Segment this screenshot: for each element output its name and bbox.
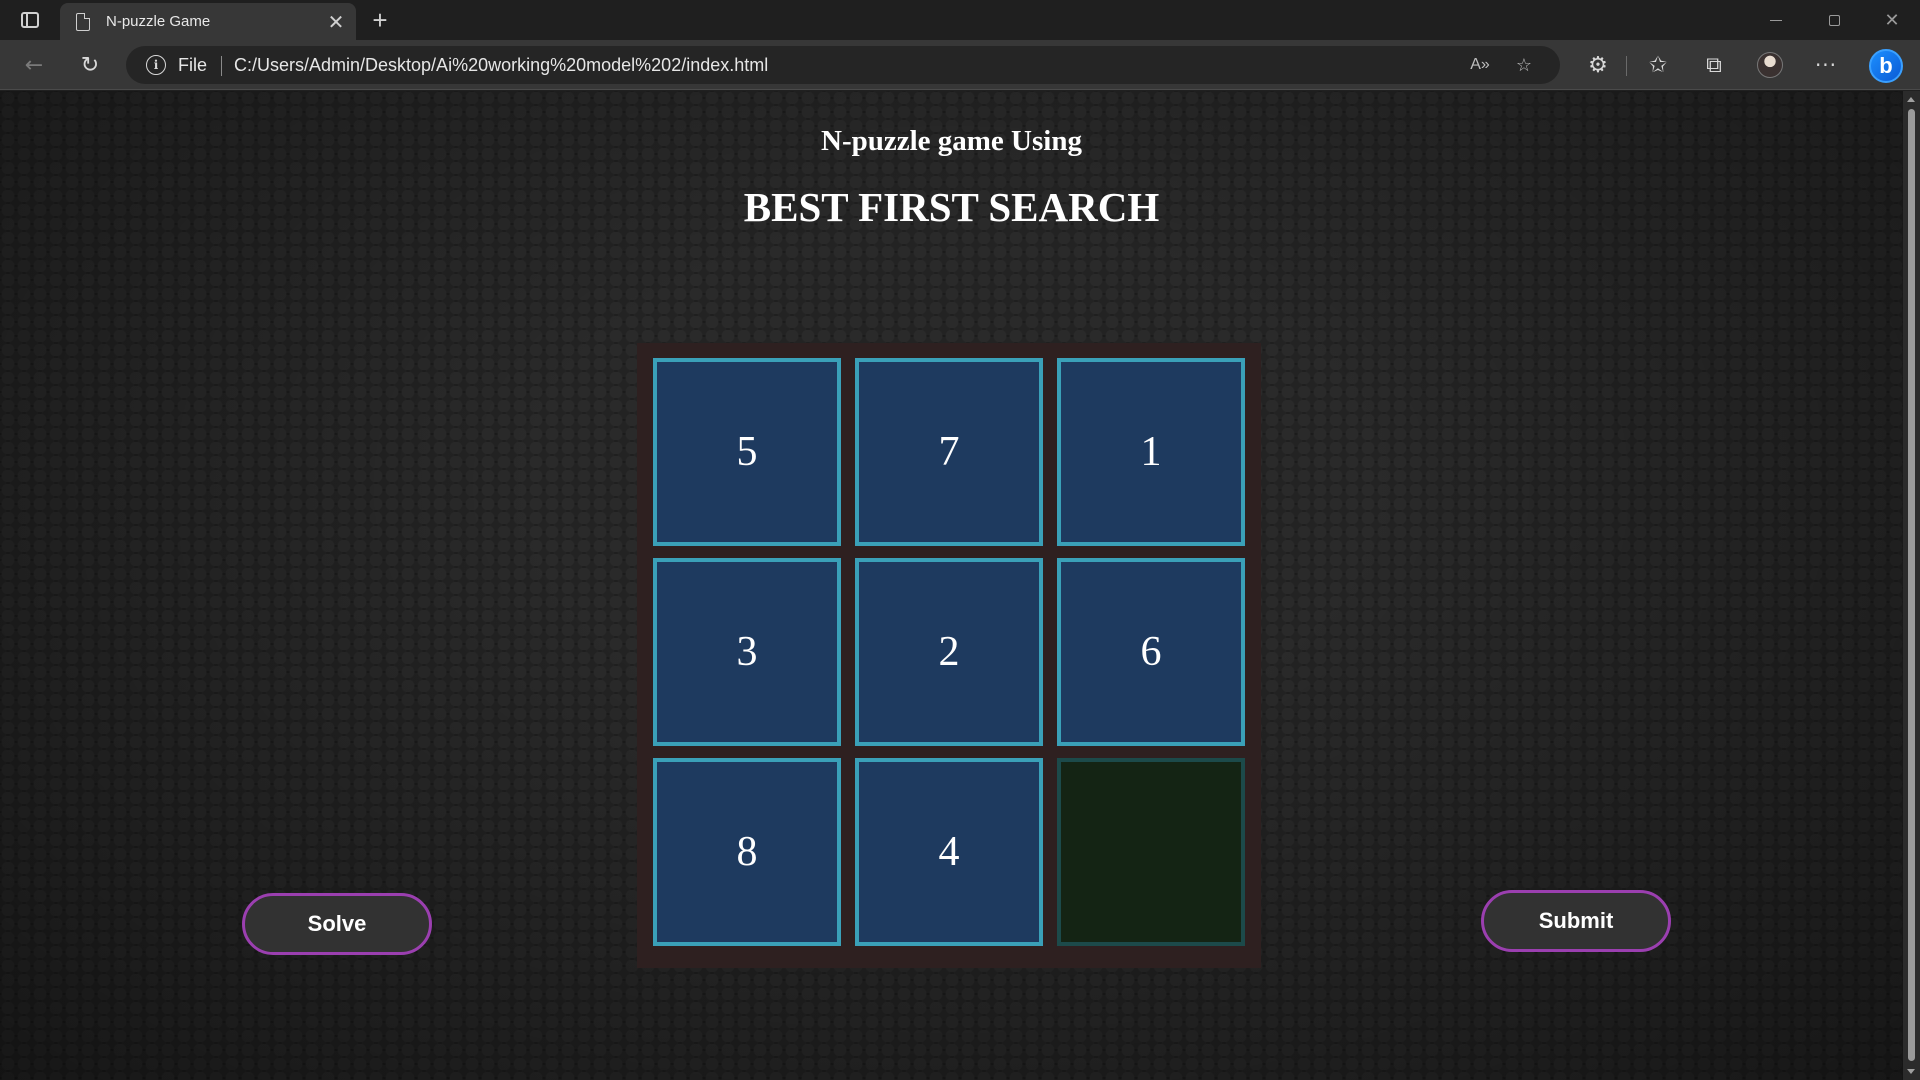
address-bar[interactable]: i File C:/Users/Admin/Desktop/Ai%20worki…: [126, 46, 1560, 84]
maximize-button[interactable]: [1806, 0, 1862, 40]
favorites-icon[interactable]: ✩: [1640, 48, 1676, 82]
window-close-button[interactable]: ✕: [1864, 0, 1920, 40]
close-icon[interactable]: ✕: [322, 8, 350, 36]
star-plus-icon[interactable]: ☆: [1510, 52, 1538, 78]
page-subtitle: BEST FIRST SEARCH: [743, 184, 1160, 230]
reload-icon[interactable]: ↻: [72, 48, 108, 82]
ellipsis-icon[interactable]: ···: [1808, 48, 1844, 82]
submit-button[interactable]: Submit: [1481, 890, 1671, 952]
url-text[interactable]: C:/Users/Admin/Desktop/Ai%20working%20mo…: [234, 55, 768, 76]
puzzle-tile[interactable]: 6: [1057, 558, 1245, 746]
puzzle-tile[interactable]: 8: [653, 758, 841, 946]
new-tab-button[interactable]: +: [366, 5, 394, 35]
info-icon[interactable]: i: [146, 55, 166, 75]
tab-title: N-puzzle Game: [106, 13, 211, 30]
puzzle-tile[interactable]: 3: [653, 558, 841, 746]
empty-tile[interactable]: [1057, 758, 1245, 946]
puzzle-tile[interactable]: 5: [653, 358, 841, 546]
browser-tab-bar: N-puzzle Game ✕ + ✕: [0, 0, 1920, 40]
toolbar-divider: [1626, 56, 1627, 76]
read-aloud-icon[interactable]: A»: [1466, 52, 1494, 78]
address-divider: [221, 56, 222, 76]
tab-actions-icon[interactable]: [14, 8, 46, 32]
puzzle-tile[interactable]: 2: [855, 558, 1043, 746]
back-arrow-icon[interactable]: ←: [16, 48, 52, 82]
collections-icon[interactable]: ⧉: [1696, 48, 1732, 82]
scrollbar-thumb[interactable]: [1908, 109, 1915, 1061]
page-title: N-puzzle game Using: [821, 125, 1082, 157]
scroll-down-arrow-icon[interactable]: [1907, 1069, 1915, 1074]
minimize-button[interactable]: [1748, 0, 1804, 40]
page-icon: [76, 12, 90, 31]
puzzle-tile[interactable]: 7: [855, 358, 1043, 546]
puzzle-board: 5 7 1 3 2 6 8 4: [637, 343, 1261, 968]
solve-button[interactable]: Solve: [242, 893, 432, 955]
puzzle-tile[interactable]: 4: [855, 758, 1043, 946]
page-content: N-puzzle game Using BEST FIRST SEARCH 5 …: [0, 91, 1903, 1080]
puzzle-piece-icon[interactable]: ⚙: [1580, 48, 1616, 82]
vertical-scrollbar[interactable]: [1903, 91, 1920, 1080]
puzzle-tile[interactable]: 1: [1057, 358, 1245, 546]
profile-avatar[interactable]: [1752, 48, 1788, 82]
scroll-up-arrow-icon[interactable]: [1907, 97, 1915, 102]
browser-toolbar: ← ↻ i File C:/Users/Admin/Desktop/Ai%20w…: [0, 40, 1920, 90]
browser-tab[interactable]: N-puzzle Game ✕: [60, 3, 356, 40]
bing-copilot-icon[interactable]: b: [1866, 46, 1906, 86]
file-label: File: [178, 55, 208, 75]
